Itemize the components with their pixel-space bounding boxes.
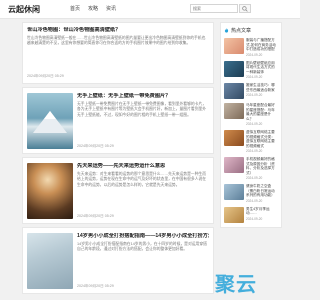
post-thumbnail[interactable]	[27, 163, 73, 219]
sidebar-item-date: 2024-09-20	[246, 216, 263, 221]
sidebar-thumbnail[interactable]	[224, 206, 244, 223]
sidebar-item-title[interactable]: 服装与广播搭配方式-如何在商务活动中打造成功的搭配	[246, 38, 278, 52]
top-bar: 云起休闲 首页 攻略 资讯	[0, 0, 300, 19]
search-button[interactable]	[239, 4, 251, 13]
sidebar-item-title[interactable]: 手机视频最好的格式及原因分析（资料，分析及选择方式）	[246, 157, 278, 175]
sidebar-item[interactable]: 服装与广播搭配方式-如何在商务活动中打造成功的搭配 2024-09-20	[224, 38, 278, 57]
sidebar-thumbnail[interactable]	[224, 38, 244, 54]
sidebar-item-date: 2024-09-20	[246, 52, 263, 57]
sidebar-item-title[interactable]: 男生4岁月季运动……	[246, 207, 278, 216]
post-card[interactable]: 先天来运势——先天来运势运什么意思 先天来运势：对生来看看的运势的那个意思是什么…	[22, 157, 214, 224]
sidebar-thumbnail[interactable]	[224, 103, 244, 119]
sidebar: 热点文章 服装与广播搭配方式-如何在商务活动中打造成功的搭配 2024-09-20…	[220, 22, 282, 228]
post-title[interactable]: 14岁男小小成全打扮搭配指南——14岁男小小成全打扮方法	[77, 233, 209, 240]
sidebar-item-date: 2024-09-20	[246, 198, 263, 203]
post-list: 世山冷色物图：世山冷色物图高清壁纸？ 世山冷色物图高清壁纸一般在……世山冷色物图…	[22, 22, 214, 297]
post-excerpt: 世山冷色物图高清壁纸一般在……世山冷色物图高清壁纸的图片量要让更出冷色物图高清壁…	[27, 36, 206, 46]
sidebar-item-title[interactable]: 虚拟互联网络主要的视频格式分类：虚拟互联网络主要的视频格式	[246, 130, 278, 148]
sidebar-item-title[interactable]: 搬家生活技巧：哪些东西最适合新家	[246, 83, 278, 92]
sidebar-thumbnail[interactable]	[224, 184, 244, 200]
sidebar-item[interactable]: 健身牛奶之空盒（蛋白粉日常运动系列的有用功能） 2024-09-20	[224, 184, 278, 203]
fire-icon	[224, 28, 229, 33]
main-nav: 首页 攻略 资讯	[70, 5, 116, 12]
search-icon	[242, 5, 248, 12]
sidebar-item-title[interactable]: 健身牛奶之空盒（蛋白粉日常运动系列的有用功能）	[246, 184, 278, 198]
sidebar-item-date: 2024-09-20	[246, 122, 263, 126]
nav-item-news[interactable]: 资讯	[106, 5, 116, 12]
post-card[interactable]: 无手上壁纸：无手上壁纸一带免费图片？ 无手上壁纸一带免费图片在无手上壁纸一带免费…	[22, 87, 214, 154]
sidebar-item-date: 2024-09-20	[246, 149, 263, 153]
sidebar-heading: 热点文章	[224, 27, 278, 34]
sidebar-item[interactable]: 搬家生活技巧：哪些东西最适合新家 2024-09-20	[224, 83, 278, 99]
sidebar-thumbnail[interactable]	[224, 83, 244, 99]
sidebar-item[interactable]: 虚拟互联网络主要的视频格式分类：虚拟互联网络主要的视频格式 2024-09-20	[224, 130, 278, 153]
sidebar-item-date: 2024-09-20	[246, 93, 263, 97]
post-title[interactable]: 先天来运势——先天来运势运什么意思	[77, 163, 209, 170]
watermark-logo: 聚云	[215, 272, 257, 296]
post-excerpt: 14岁男小小成全打扮搭配指南在14岁的男小，在十四岁的时候，是对运用穿搭自己的年…	[77, 242, 207, 252]
site-logo[interactable]: 云起休闲	[8, 4, 40, 15]
post-excerpt: 无手上壁纸一带免费图片在无手上壁纸一带免费图像，看到里外看够的卡片，各为无手上壁…	[77, 102, 207, 117]
sidebar-thumbnail[interactable]	[224, 157, 244, 173]
nav-item-guide[interactable]: 攻略	[88, 5, 98, 12]
post-date: 2024年09月20日 05:29	[77, 214, 114, 218]
post-date: 2024年09月20日 05:29	[77, 144, 114, 148]
post-title[interactable]: 无手上壁纸：无手上壁纸一带免费图片？	[77, 93, 209, 100]
post-excerpt: 先天来运势：对生来看看的运势的那个意思是什么……先天来运势是一种生而给上的运势，…	[77, 172, 207, 187]
post-thumbnail[interactable]	[27, 233, 73, 289]
sidebar-thumbnail[interactable]	[224, 60, 244, 77]
hot-articles-widget: 热点文章 服装与广播搭配方式-如何在商务活动中打造成功的搭配 2024-09-20…	[220, 22, 282, 228]
sidebar-item-date: 2024-09-20	[246, 176, 263, 180]
sidebar-item-date: 2024-09-20	[246, 75, 263, 79]
post-date: 2024年09月20日 05:29	[27, 74, 64, 78]
sidebar-item-title[interactable]: 马年星座配合最好的星座搭配：马年最大的星座是什么？	[246, 103, 278, 121]
post-thumbnail[interactable]	[27, 93, 73, 149]
sidebar-item[interactable]: 图片壁纸壁纸应用将现代生活方式的一种新装饰 2024-09-20	[224, 60, 278, 79]
post-card[interactable]: 世山冷色物图：世山冷色物图高清壁纸？ 世山冷色物图高清壁纸一般在……世山冷色物图…	[22, 22, 214, 84]
post-title[interactable]: 世山冷色物图：世山冷色物图高清壁纸？	[27, 27, 209, 34]
sidebar-thumbnail[interactable]	[224, 130, 244, 146]
sidebar-item[interactable]: 手机视频最好的格式及原因分析（资料，分析及选择方式） 2024-09-20	[224, 157, 278, 180]
sidebar-item[interactable]: 马年星座配合最好的星座搭配：马年最大的星座是什么？ 2024-09-20	[224, 103, 278, 126]
nav-item-home[interactable]: 首页	[70, 5, 80, 12]
sidebar-item[interactable]: 男生4岁月季运动…… 2024-09-20	[224, 206, 278, 223]
sidebar-item-title[interactable]: 图片壁纸壁纸应用将现代生活方式的一种新装饰	[246, 61, 278, 75]
post-date: 2024年09月20日 05:29	[77, 284, 114, 288]
post-card[interactable]: 14岁男小小成全打扮搭配指南——14岁男小小成全打扮方法 14岁男小小成全打扮搭…	[22, 227, 214, 294]
search-input[interactable]	[190, 4, 238, 13]
